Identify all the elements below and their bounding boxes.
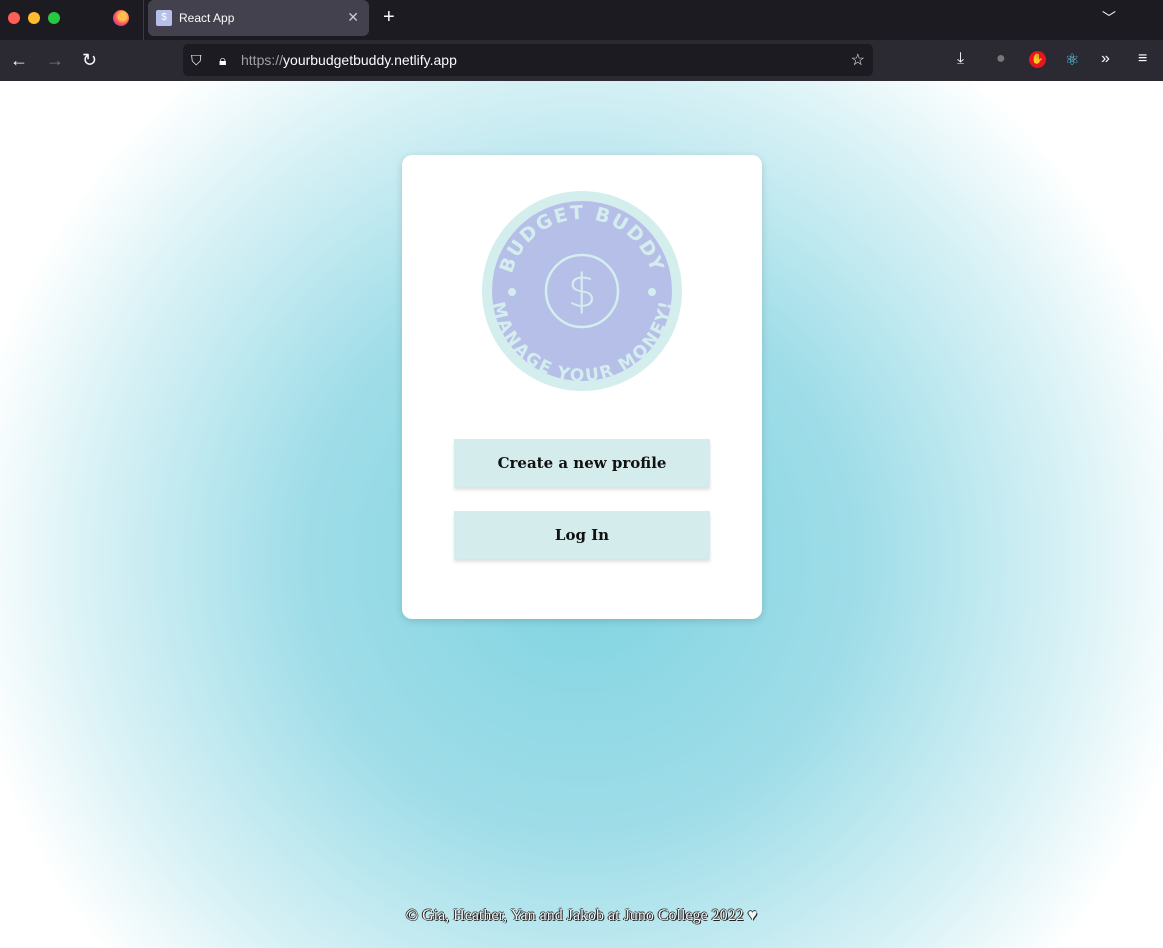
url-bar[interactable]: ⛉ 🔒︎ https:// yourbudgetbuddy.netlify.ap…: [183, 44, 873, 76]
back-icon[interactable]: ←: [10, 50, 28, 71]
divider: [143, 0, 144, 40]
create-profile-button[interactable]: Create a new profile: [454, 439, 710, 487]
shield-icon[interactable]: ⛉: [191, 52, 207, 69]
welcome-card: $ BUDGET BUDDY MANAGE YOUR MONEY! Create…: [402, 155, 762, 619]
page-background: $ BUDGET BUDDY MANAGE YOUR MONEY! Create…: [0, 81, 1163, 948]
bookmark-star-icon[interactable]: ☆: [851, 50, 865, 70]
tab-bar: $ React App ✕ + ﹀: [0, 0, 1163, 40]
reload-icon[interactable]: ↻: [82, 50, 97, 71]
url-host: yourbudgetbuddy.netlify.app: [283, 52, 457, 68]
close-tab-icon[interactable]: ✕: [347, 9, 359, 26]
lock-icon[interactable]: 🔒︎: [219, 52, 235, 69]
maximize-window-button[interactable]: [48, 12, 60, 24]
minimize-window-button[interactable]: [28, 12, 40, 24]
nav-bar: ← → ↻ ⛉ 🔒︎ https:// yourbudgetbuddy.netl…: [0, 40, 1163, 81]
tab-title: React App: [179, 11, 235, 25]
tab-react-app[interactable]: $ React App ✕: [148, 0, 369, 36]
close-window-button[interactable]: [8, 12, 20, 24]
adblock-hand-icon[interactable]: ✋: [1029, 51, 1046, 68]
react-devtools-icon[interactable]: ⚛: [1065, 50, 1079, 70]
log-in-button[interactable]: Log In: [454, 511, 710, 559]
new-tab-button[interactable]: +: [383, 6, 395, 29]
svg-text:$: $: [567, 264, 596, 318]
url-scheme: https://: [241, 52, 284, 68]
firefox-icon: [113, 10, 129, 26]
download-icon[interactable]: ⤓: [957, 50, 964, 68]
menu-icon[interactable]: ≡: [1138, 50, 1147, 68]
forward-icon[interactable]: →: [46, 50, 64, 71]
more-tools-icon[interactable]: »: [1101, 50, 1110, 68]
list-tabs-chevron-icon[interactable]: ﹀: [1102, 8, 1116, 28]
footer-credits: © Gia, Heather, Yan and Jakob at Juno Co…: [405, 907, 758, 924]
budget-buddy-logo: $ BUDGET BUDDY MANAGE YOUR MONEY!: [482, 191, 682, 391]
favicon-icon: $: [156, 10, 172, 26]
extension-bug-icon[interactable]: ●: [996, 50, 1006, 68]
